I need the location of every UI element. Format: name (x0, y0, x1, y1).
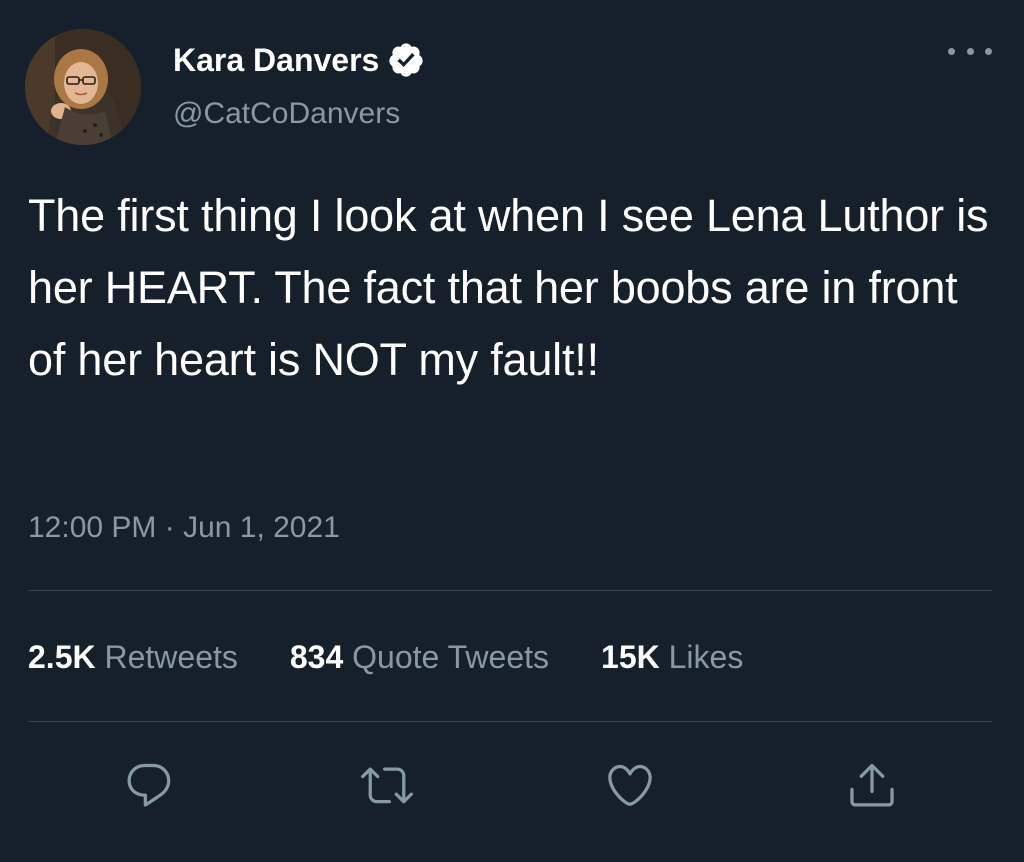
retweet-icon (361, 767, 413, 804)
quote-tweets-count: 834 (289, 639, 344, 675)
more-options-icon[interactable] (948, 36, 992, 66)
avatar[interactable] (25, 29, 141, 145)
like-button[interactable] (600, 755, 660, 815)
likes-label: Likes (668, 639, 744, 675)
likes-stat[interactable]: 15K Likes (601, 635, 743, 679)
profile-photo (25, 29, 141, 145)
retweets-stat[interactable]: 2.5K Retweets (28, 635, 238, 679)
author-handle[interactable]: @CatCoDanvers (173, 93, 400, 135)
like-icon (608, 764, 652, 806)
quote-tweets-stat[interactable]: 834 Quote Tweets (290, 635, 549, 679)
author-name-row: Kara Danvers (173, 38, 425, 82)
engagement-stats: 2.5K Retweets 834 Quote Tweets 15K Likes (28, 635, 743, 679)
more-dot (985, 47, 992, 55)
verified-badge-icon (387, 41, 425, 79)
display-name[interactable]: Kara Danvers (173, 38, 379, 82)
tweet-text: The first thing I look at when I see Len… (28, 190, 989, 385)
retweet-button[interactable] (357, 755, 417, 815)
divider (28, 590, 992, 591)
share-icon (850, 763, 894, 807)
action-bar (0, 750, 1024, 820)
retweets-count: 2.5K (28, 639, 96, 675)
more-dot (966, 47, 974, 55)
retweets-label: Retweets (104, 639, 238, 675)
likes-count: 15K (601, 639, 660, 675)
quote-tweets-label: Quote Tweets (352, 639, 550, 675)
reply-button[interactable] (119, 755, 179, 815)
reply-icon (127, 763, 171, 807)
more-dot (948, 47, 955, 55)
tweet-timestamp[interactable]: 12:00 PM · Jun 1, 2021 (28, 507, 340, 549)
divider (28, 721, 992, 722)
share-button[interactable] (842, 755, 902, 815)
